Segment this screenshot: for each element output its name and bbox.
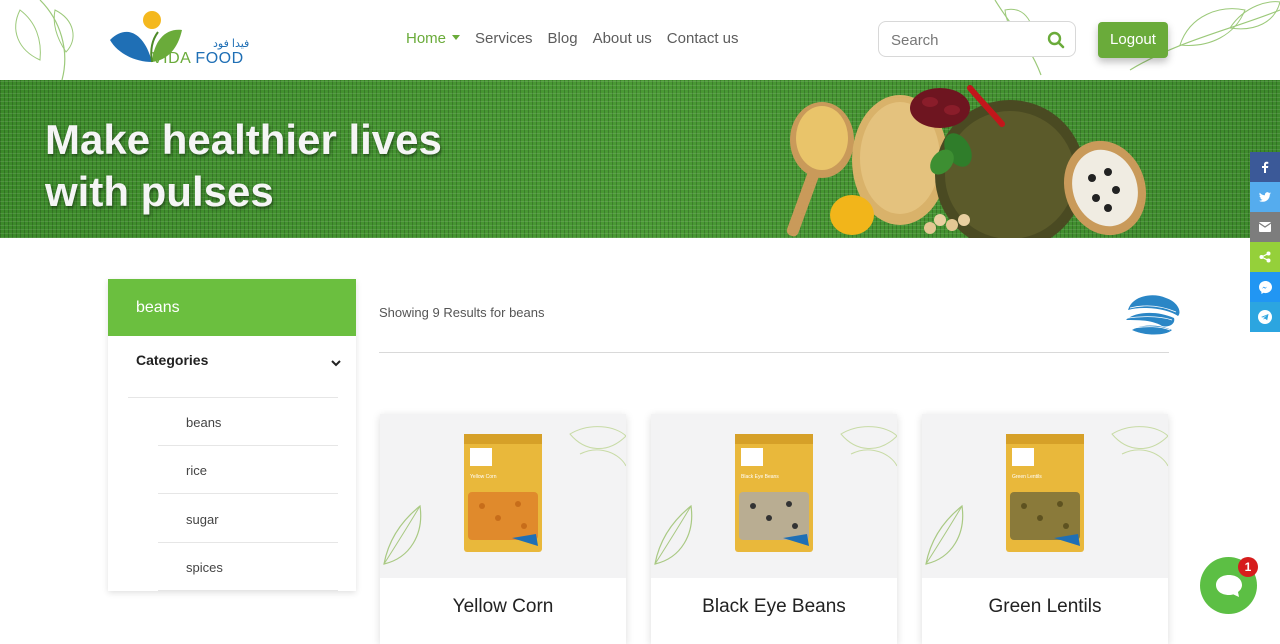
product-package-icon: Green Lentils bbox=[1006, 434, 1084, 552]
logo-word-food: FOOD bbox=[195, 50, 244, 67]
logo-word-vida: VIDA bbox=[152, 50, 191, 67]
nav-item-services[interactable]: Services bbox=[475, 30, 533, 47]
category-item-rice[interactable]: rice bbox=[158, 446, 338, 494]
product-title: Green Lentils bbox=[988, 596, 1102, 617]
chat-bubble-icon bbox=[1215, 574, 1242, 597]
category-item-spices[interactable]: spices bbox=[158, 543, 338, 591]
nav-item-home[interactable]: Home bbox=[406, 30, 461, 47]
category-item-beans[interactable]: beans bbox=[158, 398, 338, 446]
telegram-icon bbox=[1258, 310, 1272, 324]
product-package-icon: Yellow Corn bbox=[464, 434, 542, 552]
category-item-label: spices bbox=[186, 560, 223, 575]
product-card[interactable]: Yellow Corn Yellow Corn bbox=[380, 414, 626, 644]
product-image: Yellow Corn bbox=[380, 414, 626, 578]
svg-text:Yellow Corn: Yellow Corn bbox=[470, 474, 497, 480]
logo-arabic-text: فيدا فود bbox=[213, 38, 250, 50]
divider bbox=[379, 352, 1169, 353]
generic-share-button[interactable] bbox=[1250, 242, 1280, 272]
search-box bbox=[878, 21, 1076, 57]
chevron-down-icon bbox=[331, 360, 341, 367]
telegram-share-button[interactable] bbox=[1250, 302, 1280, 332]
decorative-logo-icon bbox=[1126, 295, 1180, 335]
nav-item-blog[interactable]: Blog bbox=[548, 30, 578, 47]
product-title: Yellow Corn bbox=[452, 596, 554, 617]
messenger-share-button[interactable] bbox=[1250, 272, 1280, 302]
product-title: Black Eye Beans bbox=[702, 596, 846, 617]
messenger-icon bbox=[1258, 280, 1272, 294]
categories-toggle[interactable]: Categories bbox=[136, 352, 341, 372]
logout-button[interactable]: Logout bbox=[1098, 22, 1168, 58]
search-icon[interactable] bbox=[1047, 31, 1065, 49]
results-summary: Showing 9 Results for beans bbox=[379, 305, 545, 320]
sidebar-current-category: beans bbox=[108, 279, 356, 336]
category-item-label: sugar bbox=[186, 512, 219, 527]
categories-heading: Categories bbox=[136, 352, 209, 368]
pulses-illustration-icon bbox=[786, 85, 1147, 238]
category-item-label: beans bbox=[186, 415, 222, 430]
twitter-icon bbox=[1259, 192, 1271, 202]
search-input[interactable] bbox=[891, 30, 1031, 50]
product-card[interactable]: Black Eye Beans Black Eye Beans bbox=[651, 414, 897, 644]
category-item-sugar[interactable]: sugar bbox=[158, 495, 338, 543]
nav-item-label: Home bbox=[406, 30, 447, 47]
product-card[interactable]: Green Lentils Green Lentils bbox=[922, 414, 1168, 644]
facebook-icon bbox=[1262, 161, 1269, 173]
svg-text:Black Eye Beans: Black Eye Beans bbox=[741, 474, 779, 480]
nav-item-contact[interactable]: Contact us bbox=[667, 30, 739, 47]
svg-text:Green Lentils: Green Lentils bbox=[1012, 474, 1042, 480]
site-logo[interactable]: فيدا فود VIDA FOOD bbox=[108, 10, 258, 70]
category-item-label: rice bbox=[186, 463, 207, 478]
logo-wordmark: VIDA FOOD bbox=[152, 50, 244, 68]
facebook-share-button[interactable] bbox=[1250, 152, 1280, 182]
site-header: فيدا فود VIDA FOOD Home Services Blog Ab… bbox=[0, 0, 1280, 80]
main-nav: Home Services Blog About us Contact us bbox=[406, 30, 754, 47]
product-image: Black Eye Beans bbox=[651, 414, 897, 578]
chevron-down-icon bbox=[452, 35, 461, 40]
product-image: Green Lentils bbox=[922, 414, 1168, 578]
social-share-bar bbox=[1250, 152, 1280, 332]
hero-banner: Make healthier lives with pulses bbox=[0, 80, 1280, 238]
hero-title: Make healthier lives with pulses bbox=[45, 116, 442, 215]
nav-item-about[interactable]: About us bbox=[593, 30, 652, 47]
leaf-decoration-icon bbox=[15, 0, 74, 80]
email-share-button[interactable] bbox=[1250, 212, 1280, 242]
twitter-share-button[interactable] bbox=[1250, 182, 1280, 212]
chat-notification-badge: 1 bbox=[1238, 557, 1258, 577]
product-package-icon: Black Eye Beans bbox=[735, 434, 813, 552]
share-icon bbox=[1259, 251, 1271, 263]
email-icon bbox=[1259, 222, 1271, 232]
category-sidebar: beans Categories beans rice sugar spices bbox=[108, 279, 356, 591]
